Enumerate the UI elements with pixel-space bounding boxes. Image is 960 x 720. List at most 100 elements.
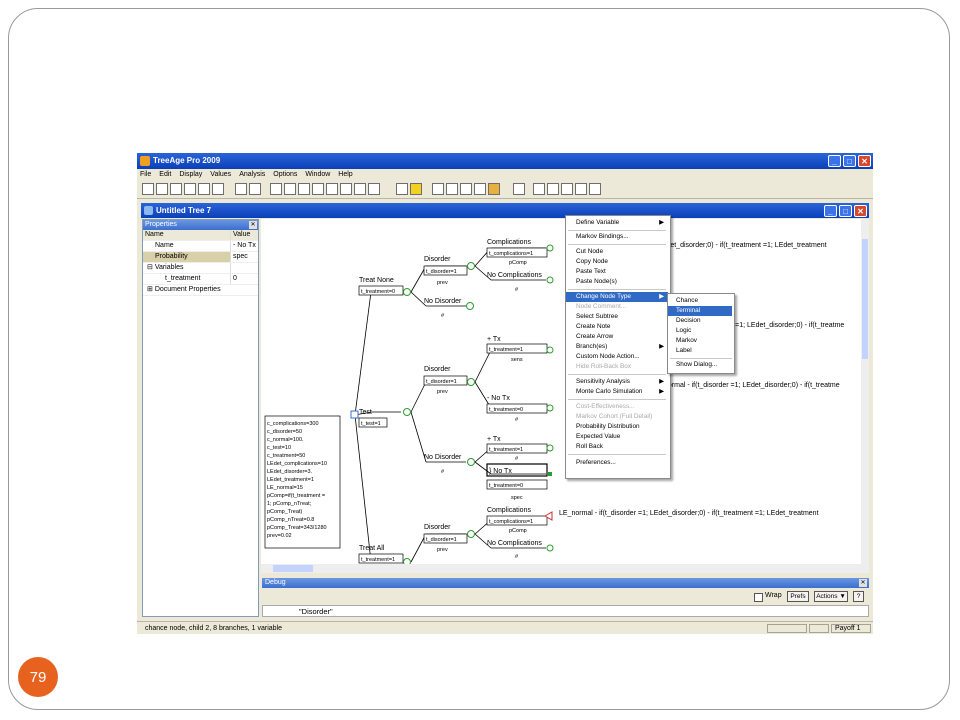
align-icon-1[interactable] [270,183,282,195]
menu-display[interactable]: Display [179,169,202,180]
shape-icon-4[interactable] [575,183,587,195]
menu-change-node-type[interactable]: Change Node Type ▶ [566,292,668,302]
status-text: chance node, child 2, 8 branches, 1 vari… [145,625,282,632]
menu-options[interactable]: Options [273,169,297,180]
menu-define-variable[interactable]: Define Variable ▶ [566,218,668,228]
align-icon-2[interactable] [284,183,296,195]
payoff-text-1: ; LEdet_disorder;0) - if(t_treatment =1;… [654,242,827,249]
menu-analysis[interactable]: Analysis [239,169,265,180]
submenu-terminal[interactable]: Terminal [668,306,732,316]
shape-icon-5[interactable] [589,183,601,195]
shape-icon-1[interactable] [533,183,545,195]
menu-window[interactable]: Window [305,169,330,180]
debug-close-button[interactable]: ✕ [859,579,867,587]
chart-icon-4[interactable] [474,183,486,195]
menu-create-arrow[interactable]: Create Arrow [566,332,668,342]
treatment-def-4: t_treatment=0 [489,483,523,489]
collapse-icon[interactable]: ⊟ [147,264,155,271]
prop-probability-value[interactable]: spec [233,252,248,262]
menu-file[interactable]: File [140,169,151,180]
align-icon-4[interactable] [312,183,324,195]
new-icon[interactable] [142,183,154,195]
tree-canvas[interactable]: Treat None Test Treat All Disorder No Di… [261,219,861,564]
actions-button[interactable]: Actions ▼ [814,591,848,602]
submenu-chance[interactable]: Chance [668,296,732,306]
prefs-button[interactable]: Prefs [787,591,809,602]
wrap-checkbox[interactable] [754,593,763,602]
def-line: c_normal=100. [267,437,304,443]
menu-cut-node[interactable]: Cut Node [566,247,668,257]
move-icon[interactable] [513,183,525,195]
chance-node-disorder-3 [467,530,475,538]
minimize-button[interactable]: _ [828,155,841,167]
warning-icon[interactable] [410,183,422,195]
spec-label: spec [511,495,523,501]
menu-sensitivity-analysis[interactable]: Sensitivity Analysis ▶ [566,377,668,387]
prop-variables-label[interactable]: ⊟ Variables [143,263,231,273]
prop-treatment-value[interactable]: 0 [233,274,237,284]
doc-minimize-button[interactable]: _ [824,205,837,217]
menu-copy-node[interactable]: Copy Node [566,257,668,267]
node-icon-1[interactable] [235,183,247,195]
menu-edit[interactable]: Edit [159,169,171,180]
menu-custom-node-action[interactable]: Custom Node Action... [566,352,668,362]
menu-preferences[interactable]: Preferences... [566,458,668,468]
menu-roll-back[interactable]: Roll Back [566,442,668,452]
align-icon-5[interactable] [326,183,338,195]
cut-icon[interactable] [212,183,224,195]
pie-icon[interactable] [488,183,500,195]
chance-node-no-disorder-2 [467,458,475,466]
maximize-button[interactable]: □ [843,155,856,167]
menu-markov-bindings[interactable]: Markov Bindings... [566,232,668,242]
horizontal-scrollbar[interactable] [261,564,869,573]
menu-values[interactable]: Values [210,169,231,180]
chart-icon-3[interactable] [460,183,472,195]
print-preview-icon[interactable] [198,183,210,195]
calc-icon[interactable] [396,183,408,195]
open-icon[interactable] [156,183,168,195]
def-line: pComp_nTreat=0.8 [267,517,314,523]
menu-paste-nodes[interactable]: Paste Node(s) [566,277,668,287]
node-type-submenu: Chance Terminal Decision Logic Markov La… [667,293,735,374]
prop-name-value[interactable]: - No Tx [233,241,256,251]
terminal-node-nocomp-1 [546,276,554,284]
vertical-scrollbar[interactable] [861,219,869,564]
align-icon-3[interactable] [298,183,310,195]
chart-icon-1[interactable] [432,183,444,195]
menu-paste-text[interactable]: Paste Text [566,267,668,277]
align-icon-7[interactable] [354,183,366,195]
align-icon-8[interactable] [368,183,380,195]
menu-help[interactable]: Help [338,169,352,180]
debug-output[interactable]: "Disorder" [262,605,869,617]
close-button[interactable]: ✕ [858,155,871,167]
align-icon-6[interactable] [340,183,352,195]
doc-maximize-button[interactable]: □ [839,205,852,217]
save-icon[interactable] [170,183,182,195]
def-line: c_test=10 [267,445,291,451]
menu-select-subtree[interactable]: Select Subtree [566,312,668,322]
submenu-label[interactable]: Label [668,346,732,356]
shape-icon-3[interactable] [561,183,573,195]
submenu-markov[interactable]: Markov [668,336,732,346]
treatment-def-3: t_treatment=1 [489,447,523,453]
wrap-label: Wrap [765,592,782,599]
prop-document-label[interactable]: ⊞ Document Properties [143,285,255,295]
menu-probability-distribution[interactable]: Probability Distribution [566,422,668,432]
menu-monte-carlo[interactable]: Monte Carlo Simulation ▶ [566,387,668,397]
node-icon-2[interactable] [249,183,261,195]
menu-branches[interactable]: Branch(es) ▶ [566,342,668,352]
properties-close-button[interactable]: ✕ [249,221,257,229]
chart-icon-2[interactable] [446,183,458,195]
submenu-show-dialog[interactable]: Show Dialog... [668,360,732,370]
expand-icon[interactable]: ⊞ [147,286,155,293]
submenu-logic[interactable]: Logic [668,326,732,336]
menu-create-note[interactable]: Create Note [566,322,668,332]
menu-expected-value[interactable]: Expected Value [566,432,668,442]
col-name-header: Name [143,230,231,240]
shape-icon-2[interactable] [547,183,559,195]
submenu-decision[interactable]: Decision [668,316,732,326]
def-line: pComp_Treat) [267,509,302,515]
doc-close-button[interactable]: ✕ [854,205,867,217]
debug-help-button[interactable]: ? [853,591,864,602]
print-icon[interactable] [184,183,196,195]
